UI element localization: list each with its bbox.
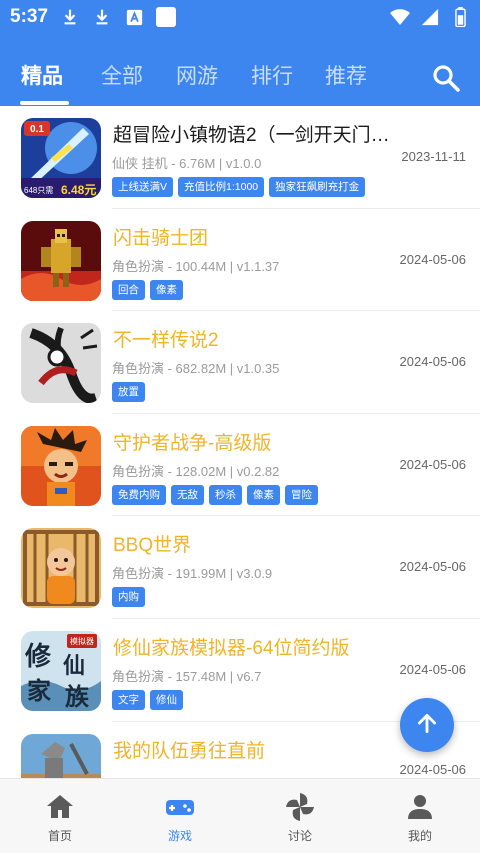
game-icon [21, 528, 101, 609]
game-icon [21, 220, 101, 301]
game-tags: 文字 修仙 [112, 689, 183, 710]
game-tag: 文字 [112, 689, 145, 710]
game-meta: 角色扮演 - 100.44M | v1.1.37 [112, 258, 280, 274]
home-icon [44, 791, 76, 823]
game-title: 守护者战争-高级版 [113, 432, 272, 454]
game-tag: 修仙 [150, 689, 183, 710]
tab-ranking[interactable]: 排行 [251, 60, 293, 90]
game-tag: 放置 [112, 382, 145, 403]
game-icon-price-text: 6.48元 [61, 183, 96, 197]
search-icon[interactable] [430, 62, 462, 94]
game-meta: 角色扮演 - 157.48M | v6.7 [112, 668, 262, 684]
status-time: 5:37 [10, 6, 49, 27]
game-tags: 回合 像素 [112, 279, 183, 300]
game-icon: 模拟器 修 仙 家 族 [21, 630, 101, 711]
game-meta: 角色扮演 - 128.02M | v0.2.82 [112, 463, 280, 479]
game-title: 超冒险小镇物语2（一剑开天门0.... [113, 125, 395, 146]
tab-online[interactable]: 网游 [176, 60, 218, 90]
game-tags: 上线送满V 充值比例1:1000 独家狂飙刷充打金 [112, 177, 366, 197]
game-tag: 冒险 [285, 484, 318, 505]
game-tag: 充值比例1:1000 [178, 177, 265, 197]
game-icon-char: 家 [27, 676, 51, 705]
game-title: 闪击骑士团 [113, 227, 209, 249]
wifi-icon [390, 7, 410, 27]
game-meta: 角色扮演 - 191.99M | v3.0.9 [112, 566, 273, 582]
square-icon [156, 7, 177, 27]
nav-home[interactable]: 首页 [0, 779, 120, 853]
nav-discuss[interactable]: 讨论 [240, 779, 360, 853]
game-date: 2024-05-06 [399, 661, 467, 677]
signal-icon [420, 7, 440, 27]
game-title: 我的队伍勇往直前 [113, 740, 266, 762]
nav-profile[interactable]: 我的 [360, 779, 480, 853]
game-icon-char: 修 [24, 641, 52, 672]
pinwheel-icon [284, 791, 316, 823]
game-icon-promo-text: 648只需 [24, 186, 53, 195]
game-tags: 内购 [112, 587, 145, 608]
game-tag: 像素 [150, 279, 183, 300]
list-item[interactable]: 闪击骑士团 角色扮演 - 100.44M | v1.1.37 2024-05-0… [0, 209, 480, 312]
top-tab-bar: 精品 全部 网游 排行 推荐 [0, 34, 480, 106]
download-icon [60, 7, 80, 27]
bottom-nav: 首页 游戏 讨论 我的 [0, 778, 480, 853]
status-bar: 5:37 [0, 0, 480, 34]
game-title: 不一样传说2 [113, 330, 219, 352]
game-date: 2024-05-06 [399, 559, 467, 575]
game-date: 2024-05-06 [399, 456, 467, 472]
user-icon [404, 791, 436, 823]
tab-featured[interactable]: 精品 [21, 60, 63, 90]
game-meta: 仙侠 挂机 - 6.76M | v1.0.0 [112, 156, 262, 171]
tab-recommend[interactable]: 推荐 [325, 60, 367, 90]
list-item[interactable]: BBQ世界 角色扮演 - 191.99M | v3.0.9 2024-05-06… [0, 516, 480, 619]
game-icon-char: 族 [65, 682, 90, 711]
list-item[interactable]: 0.1 648只需 6.48元 超冒险小镇物语2（一剑开天门0.... 仙侠 挂… [0, 106, 480, 209]
game-tag: 免费内购 [112, 484, 166, 505]
game-tag: 上线送满V [112, 177, 174, 197]
game-icon-badge-text: 0.1 [30, 124, 44, 135]
tab-indicator [20, 101, 69, 105]
list-item[interactable]: 守护者战争-高级版 角色扮演 - 128.02M | v0.2.82 2024-… [0, 414, 480, 517]
game-date: 2023-11-11 [401, 149, 466, 164]
game-icon [21, 425, 101, 506]
game-title: BBQ世界 [113, 535, 192, 557]
game-date: 2024-05-06 [399, 251, 467, 267]
game-date: 2024-05-06 [399, 354, 467, 370]
game-icon: 0.1 648只需 6.48元 [21, 118, 101, 198]
game-list[interactable]: 0.1 648只需 6.48元 超冒险小镇物语2（一剑开天门0.... 仙侠 挂… [0, 106, 480, 778]
nav-label: 游戏 [167, 829, 192, 843]
list-item[interactable]: 不一样传说2 角色扮演 - 682.82M | v1.0.35 2024-05-… [0, 311, 480, 414]
nav-label: 讨论 [287, 829, 312, 843]
font-icon [124, 7, 144, 27]
game-icon [21, 323, 101, 404]
game-tag: 秒杀 [209, 484, 242, 505]
game-tag: 回合 [112, 279, 145, 300]
game-tags: 免费内购 无敌 秒杀 像素 冒险 [112, 484, 318, 505]
gamepad-icon [164, 791, 196, 823]
download-icon [92, 7, 112, 27]
scroll-to-top-button[interactable] [400, 698, 454, 752]
game-tag: 无敌 [171, 484, 204, 505]
game-icon-char: 仙 [63, 653, 85, 679]
game-tag: 像素 [247, 484, 280, 505]
game-title: 修仙家族模拟器-64位简约版 [113, 637, 350, 659]
game-tag: 独家狂飙刷充打金 [269, 177, 366, 197]
tab-all[interactable]: 全部 [101, 60, 143, 90]
game-icon [21, 733, 101, 778]
game-tags: 放置 [112, 382, 145, 403]
game-icon-stamp-text: 模拟器 [70, 636, 94, 646]
arrow-up-icon [414, 710, 440, 741]
game-date: 2024-05-06 [399, 761, 467, 777]
nav-games[interactable]: 游戏 [120, 779, 240, 853]
nav-label: 我的 [407, 829, 432, 843]
battery-icon [450, 7, 470, 27]
game-meta: 角色扮演 - 682.82M | v1.0.35 [112, 361, 280, 377]
nav-label: 首页 [47, 829, 72, 843]
game-tag: 内购 [112, 587, 145, 608]
